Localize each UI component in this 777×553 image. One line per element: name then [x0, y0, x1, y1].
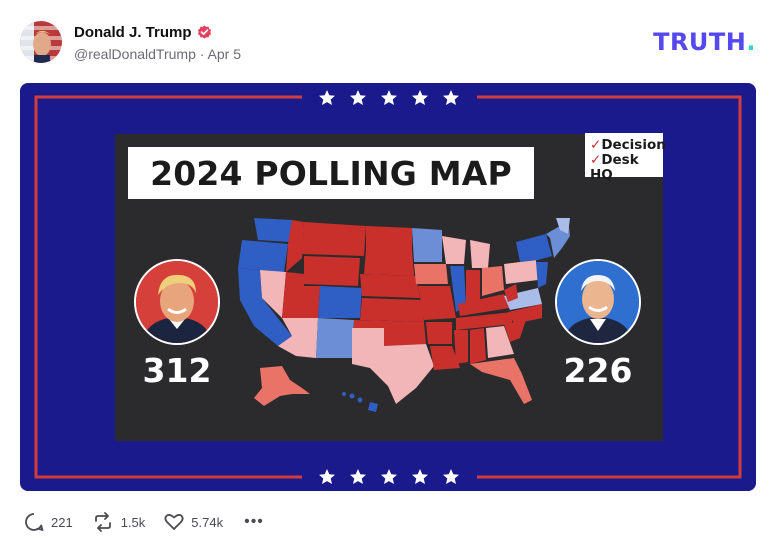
state-ne — [360, 274, 420, 298]
retruth-button[interactable]: 1.5k — [92, 512, 146, 532]
state-pa — [504, 260, 538, 284]
trump-electoral-votes: 312 — [142, 351, 212, 390]
state-mt — [302, 222, 366, 256]
top-stars — [319, 90, 459, 105]
like-button[interactable]: 5.74k — [164, 512, 223, 532]
state-al — [470, 328, 486, 364]
truth-logo-dot: . — [746, 28, 756, 56]
state-mn — [412, 228, 442, 262]
state-co — [318, 286, 362, 318]
post-actions: 221 1.5k 5.74k ••• — [24, 512, 264, 532]
more-options-icon[interactable]: ••• — [244, 513, 264, 531]
state-ky — [458, 294, 510, 316]
state-nj-de-md — [536, 262, 548, 288]
like-count: 5.74k — [191, 514, 224, 530]
reply-button[interactable]: 221 — [24, 512, 73, 532]
logo-line-1: ✓Decision — [590, 137, 666, 153]
state-wy — [304, 256, 360, 286]
bottom-stars — [319, 469, 459, 484]
state-in — [466, 270, 480, 304]
state-nd — [366, 226, 412, 250]
map-title-box: 2024 POLLING MAP — [128, 147, 534, 199]
state-or — [238, 240, 288, 272]
state-sd — [364, 250, 414, 276]
state-fl — [470, 358, 532, 404]
author-avatar[interactable] — [20, 21, 62, 63]
state-ms — [454, 330, 468, 364]
verified-badge-icon — [197, 25, 211, 39]
author-handle[interactable]: @realDonaldTrump — [74, 46, 196, 62]
truth-logo-text: TRUTH — [653, 28, 747, 56]
author-name[interactable]: Donald J. Trump — [74, 24, 192, 41]
state-oh — [482, 266, 504, 296]
state-mi — [470, 240, 490, 268]
state-ks — [360, 298, 424, 322]
trump-portrait — [134, 259, 220, 345]
post-meta: @realDonaldTrump · Apr 5 — [74, 46, 241, 62]
us-polling-map — [238, 218, 570, 412]
heart-icon — [164, 514, 184, 530]
logo-line-2: ✓Desk HQ — [590, 152, 639, 183]
reply-count: 221 — [51, 514, 73, 530]
state-hi — [342, 392, 378, 412]
state-ar — [426, 322, 452, 344]
post-image[interactable]: 2024 POLLING MAP ✓Decision ✓Desk HQ 312 … — [20, 83, 756, 491]
decision-desk-logo: ✓Decision ✓Desk HQ — [585, 133, 666, 183]
state-ak — [254, 366, 310, 406]
retruth-icon — [94, 512, 111, 532]
meta-separator: · — [199, 46, 205, 62]
state-nm — [316, 318, 354, 358]
state-mo — [418, 286, 456, 320]
truth-logo[interactable]: TRUTH. — [653, 28, 756, 56]
state-wa — [254, 218, 292, 242]
reply-icon — [25, 513, 44, 531]
state-wi — [442, 236, 466, 264]
author-name-row[interactable]: Donald J. Trump — [74, 24, 212, 41]
state-ny — [516, 234, 552, 262]
post-date[interactable]: Apr 5 — [208, 46, 241, 62]
retruth-count: 1.5k — [120, 514, 146, 530]
map-title: 2024 POLLING MAP — [150, 153, 512, 193]
state-ia — [414, 264, 448, 284]
